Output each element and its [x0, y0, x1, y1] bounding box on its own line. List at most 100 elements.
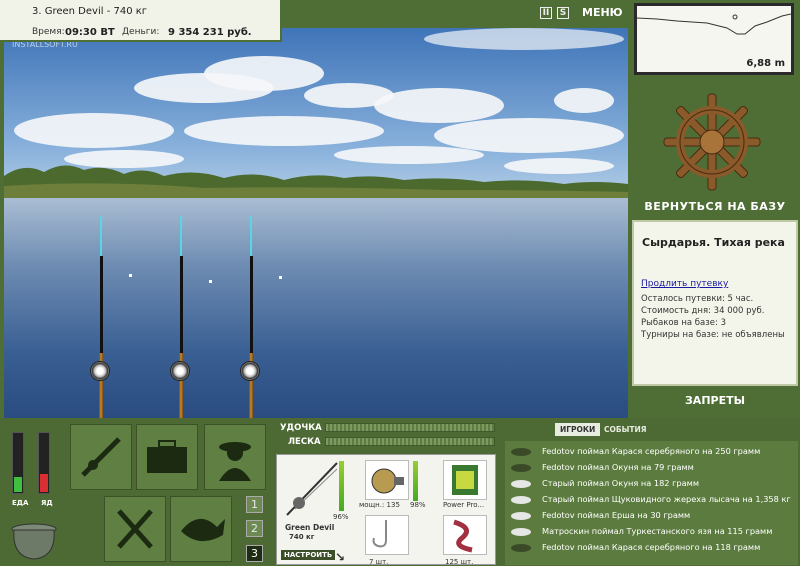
reel-power: мощн.: 135	[359, 501, 400, 509]
float[interactable]	[279, 276, 282, 279]
rod-icon	[81, 437, 121, 477]
reel-slot[interactable]	[365, 460, 409, 500]
rod-tip	[250, 216, 252, 256]
worm-bait-icon	[453, 519, 473, 553]
rod-reel	[170, 361, 190, 381]
rod-condition-bar	[339, 461, 344, 511]
money-label: Деньги:	[122, 27, 160, 37]
float[interactable]	[209, 280, 212, 283]
hook-slot[interactable]	[365, 515, 409, 555]
rod-bar-label: УДОЧКА	[280, 423, 322, 433]
money-value: 9 354 231 руб.	[168, 27, 252, 38]
pause-button[interactable]: II	[540, 7, 552, 19]
rod-blank	[100, 256, 103, 356]
knife-fork-icon	[117, 509, 153, 549]
fish-catch-tile[interactable]	[170, 496, 232, 562]
fisherman-icon	[219, 442, 251, 481]
rod-tip	[180, 216, 182, 256]
food-tile[interactable]	[104, 496, 166, 562]
player-info: 3. Green Devil - 740 кг Время: 09:30 ВТ …	[0, 0, 282, 42]
log-entry: Старый поймал Щуковидного жереха лысача …	[509, 493, 795, 507]
food-level	[14, 477, 22, 492]
fish-icon	[511, 496, 531, 504]
hook-icon	[372, 520, 387, 548]
log-entry-text: Fedotov поймал Карася серебряного на 118…	[542, 542, 761, 552]
treeline	[4, 165, 628, 202]
location-info-line: Турниры на базе: не объявлены	[641, 330, 785, 340]
line-slot[interactable]	[443, 460, 487, 500]
location-info-line: Стоимость дня: 34 000 руб.	[641, 306, 765, 316]
tackle-box-icon	[147, 440, 187, 473]
fishing-scene[interactable]	[4, 28, 628, 418]
tackle-box-tile[interactable]	[136, 424, 198, 490]
reel-percent: 98%	[410, 501, 426, 509]
log-entry-text: Fedotov поймал Карася серебряного на 250…	[542, 446, 761, 456]
location-title: Сырдарья. Тихая река	[642, 236, 785, 249]
setup-button[interactable]: НАСТРОИТЬ	[281, 550, 336, 560]
ship-wheel-icon[interactable]	[662, 92, 762, 192]
sound-button[interactable]: S	[557, 7, 569, 19]
fisherman-tile[interactable]	[204, 424, 266, 490]
rod-slot-3[interactable]: 3	[246, 545, 263, 562]
return-to-base-button[interactable]: ВЕРНУТЬСЯ НА БАЗУ	[634, 196, 796, 218]
top-controls: II S МЕНЮ	[540, 3, 632, 25]
rod-slot-2[interactable]: 2	[246, 520, 263, 537]
rod-tip	[100, 216, 102, 256]
poison-label: ЯД	[41, 499, 53, 507]
rod-blank	[250, 256, 253, 356]
poison-gauge	[38, 432, 50, 494]
location-info-line: Осталось путевки: 5 час.	[641, 294, 754, 304]
log-entry: Fedotov поймал Карася серебряного на 250…	[509, 445, 795, 459]
log-entry: Матроскин поймал Туркестанского язя на 1…	[509, 525, 795, 539]
location-info-line: Рыбаков на базе: 3	[641, 318, 726, 328]
rod-reel-icon	[286, 462, 338, 516]
log-entry: Fedotov поймал Карася серебряного на 118…	[509, 541, 795, 555]
fish-icon	[511, 448, 531, 456]
menu-button[interactable]: МЕНЮ	[582, 6, 623, 19]
time-value: 09:30 ВТ	[65, 27, 115, 38]
bans-button[interactable]: ЗАПРЕТЫ	[634, 394, 796, 412]
time-label: Время:	[32, 27, 65, 37]
tab-players[interactable]: ИГРОКИ	[555, 423, 601, 436]
food-label: ЕДА	[12, 499, 29, 507]
log-entry: Fedotov поймал Ерша на 30 грамм	[509, 509, 795, 523]
rod-reel	[240, 361, 260, 381]
event-log: ИГРОКИ СОБЫТИЯ Fedotov поймал Карася сер…	[505, 423, 798, 565]
log-entry-text: Матроскин поймал Туркестанского язя на 1…	[542, 526, 773, 536]
depth-value: 6,88 m	[746, 58, 785, 69]
arrow-icon: ↘	[335, 550, 346, 564]
log-entry-text: Старый поймал Окуня на 182 грамм	[542, 478, 699, 488]
log-entry-text: Fedotov поймал Ерша на 30 грамм	[542, 510, 691, 520]
reel-icon	[371, 468, 404, 494]
gear-panel: 96% Green Devil 740 кг НАСТРОИТЬ ↘ мощн.…	[276, 454, 496, 566]
line-name: Power Pro...	[443, 501, 485, 509]
extend-permit-link[interactable]: Продлить путевку	[641, 279, 728, 289]
cauldron-icon[interactable]	[8, 515, 60, 563]
depth-profile: 6,88 m	[634, 3, 794, 75]
rod-name: Green Devil	[285, 523, 335, 532]
food-gauge	[12, 432, 24, 494]
log-entry-text: Fedotov поймал Окуня на 79 грамм	[542, 462, 694, 472]
log-entry-text: Старый поймал Щуковидного жереха лысача …	[542, 494, 791, 504]
bait-slot[interactable]	[443, 515, 487, 555]
fish-icon	[511, 512, 531, 520]
rod-percent: 96%	[333, 513, 349, 521]
reel-condition-bar	[413, 461, 418, 501]
fish-icon	[511, 480, 531, 488]
river-water	[4, 198, 628, 418]
rod-weight: 740 кг	[289, 533, 315, 541]
rod-tension-bar	[325, 423, 495, 432]
tab-events[interactable]: СОБЫТИЯ	[599, 423, 652, 436]
player-title: 3. Green Devil - 740 кг	[32, 6, 148, 17]
location-panel: Сырдарья. Тихая река Продлить путевку Ос…	[632, 220, 798, 386]
poison-level	[40, 474, 48, 492]
line-bar-label: ЛЕСКА	[288, 437, 321, 447]
line-spool-icon	[452, 465, 478, 495]
log-entry: Старый поймал Окуня на 182 грамм	[509, 477, 795, 491]
rods-tile[interactable]	[70, 424, 132, 490]
fish-icon	[511, 544, 531, 552]
rod-reel	[90, 361, 110, 381]
line-tension-bar	[325, 437, 495, 446]
float[interactable]	[129, 274, 132, 277]
rod-slot-1[interactable]: 1	[246, 496, 263, 513]
